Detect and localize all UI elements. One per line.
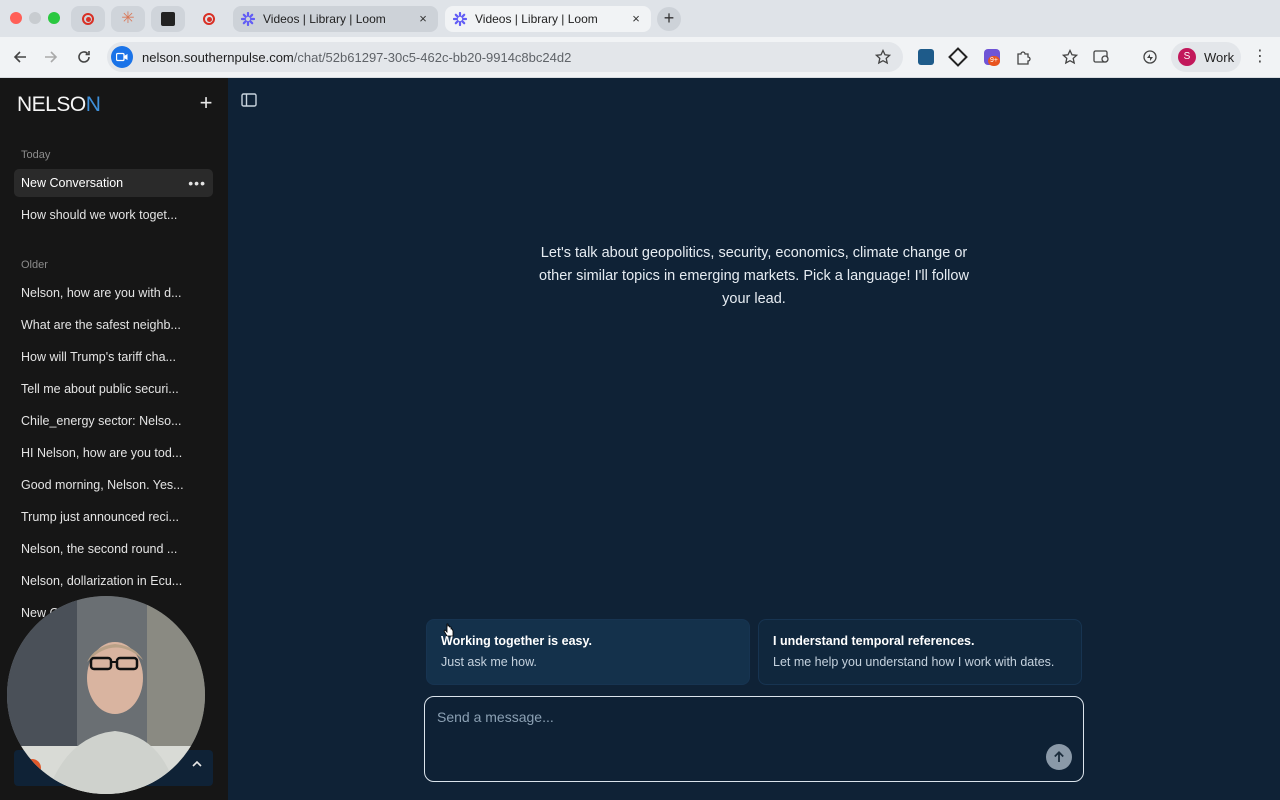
url-host: nelson.southernpulse.com [142,49,294,65]
arrow-right-icon [45,51,58,63]
suggestion-title: I understand temporal references. [773,634,975,648]
new-tab-button[interactable]: + [657,7,681,31]
arrow-left-icon [13,51,26,63]
window-minimize-button[interactable] [29,12,41,24]
suggestion-subtitle: Let me help you understand how I work wi… [773,655,1055,669]
pinned-tab-claude[interactable]: ✳ [111,6,145,32]
browser-menu-icon[interactable]: ⋮ [1252,48,1268,66]
send-button[interactable] [1046,744,1072,770]
conversation-item[interactable]: How will Trump's tariff cha... [14,343,213,371]
tab-loom-2[interactable]: Videos | Library | Loom × [445,6,651,32]
conversation-item[interactable]: What are the safest neighb... [14,311,213,339]
suggestion-subtitle: Just ask me how. [441,655,537,669]
extension-cube-icon[interactable] [948,47,968,67]
conversation-label: New Conversation [21,176,124,190]
more-options-icon[interactable]: ••• [188,169,206,197]
extension-b-icon[interactable] [917,48,935,66]
chat-main: Let's talk about geopolitics, security, … [228,78,1280,800]
pinned-tab-record[interactable] [71,6,105,32]
address-bar[interactable]: nelson.southernpulse.com/chat/52b61297-3… [107,42,903,72]
window-close-button[interactable] [10,12,22,24]
forward-button[interactable] [39,45,63,69]
presenter-video-frame [7,596,205,794]
conversation-item[interactable]: Chile_energy sector: Nelso... [14,407,213,435]
section-older-label: Older [21,259,48,271]
nelson-logo[interactable]: NELSON [17,93,101,117]
conversation-item[interactable]: How should we work toget... [14,201,213,229]
profile-button[interactable]: S Work [1171,42,1241,72]
url-text: nelson.southernpulse.com/chat/52b61297-3… [142,50,571,65]
profile-avatar: S [1178,48,1196,66]
url-path: /chat/52b61297-30c5-462c-bb20-9914c8bc24… [293,49,572,65]
back-button[interactable] [8,45,32,69]
message-input[interactable] [437,709,1027,769]
app-grid-icon [161,12,175,26]
chevron-up-icon [191,758,205,772]
suggestion-title: Working together is easy. [441,634,592,648]
window-zoom-button[interactable] [48,12,60,24]
pinned-tab-recording[interactable] [192,6,226,32]
reload-icon [78,51,90,63]
conversation-item[interactable]: HI Nelson, how are you tod... [14,439,213,467]
extensions-puzzle-icon[interactable] [1014,48,1032,66]
record-icon [82,13,94,25]
profile-label: Work [1204,49,1235,65]
conversation-item[interactable]: Nelson, how are you with d... [14,279,213,307]
browser-toolbar: nelson.southernpulse.com/chat/52b61297-3… [0,37,1280,78]
message-composer [424,696,1084,782]
reading-list-icon[interactable] [1093,48,1111,66]
logo-accent: N [85,93,101,116]
starburst-icon: ✳ [121,10,135,27]
browser-tab-strip: ✳ Videos | Library | Loom × Videos | Lib… [0,0,1280,37]
conversation-item-active[interactable]: New Conversation ••• [14,169,213,197]
conversation-item[interactable]: Nelson, the second round ... [14,535,213,563]
close-icon[interactable]: × [629,12,643,26]
welcome-message: Let's talk about geopolitics, security, … [539,245,969,307]
pinned-tab-app[interactable] [151,6,185,32]
reload-button[interactable] [72,45,96,69]
conversation-item[interactable]: Trump just announced reci... [14,503,213,531]
tab-title: Videos | Library | Loom [475,12,598,26]
bookmark-star-icon[interactable] [874,48,892,65]
site-camera-icon [111,46,133,68]
suggestion-card[interactable]: I understand temporal references. Let me… [758,619,1082,685]
tab-loom-1[interactable]: Videos | Library | Loom × [233,6,438,32]
loom-icon [241,12,255,26]
conversation-item[interactable]: Tell me about public securi... [14,375,213,403]
close-icon[interactable]: × [416,12,430,26]
extension-badge-icon[interactable]: 9+ [983,48,1001,66]
sync-icon[interactable] [1141,48,1159,66]
conversation-item[interactable]: Good morning, Nelson. Yes... [14,471,213,499]
tab-title: Videos | Library | Loom [263,12,386,26]
logo-text: NELSO [17,93,86,116]
conversation-item[interactable]: Nelson, dollarization in Ecu... [14,567,213,595]
extension-badge-count: 9+ [988,56,1000,66]
new-chat-button[interactable]: + [197,92,215,114]
section-today-label: Today [21,149,51,161]
arrow-up-icon [1054,751,1064,762]
webcam-bubble[interactable] [7,596,205,794]
record-icon [203,13,215,25]
bookmarks-icon[interactable] [1061,48,1079,66]
loom-icon [453,12,467,26]
sidebar-toggle-icon[interactable] [241,93,257,107]
mouse-pointer-icon [443,623,454,637]
suggestion-card[interactable]: Working together is easy. Just ask me ho… [426,619,750,685]
